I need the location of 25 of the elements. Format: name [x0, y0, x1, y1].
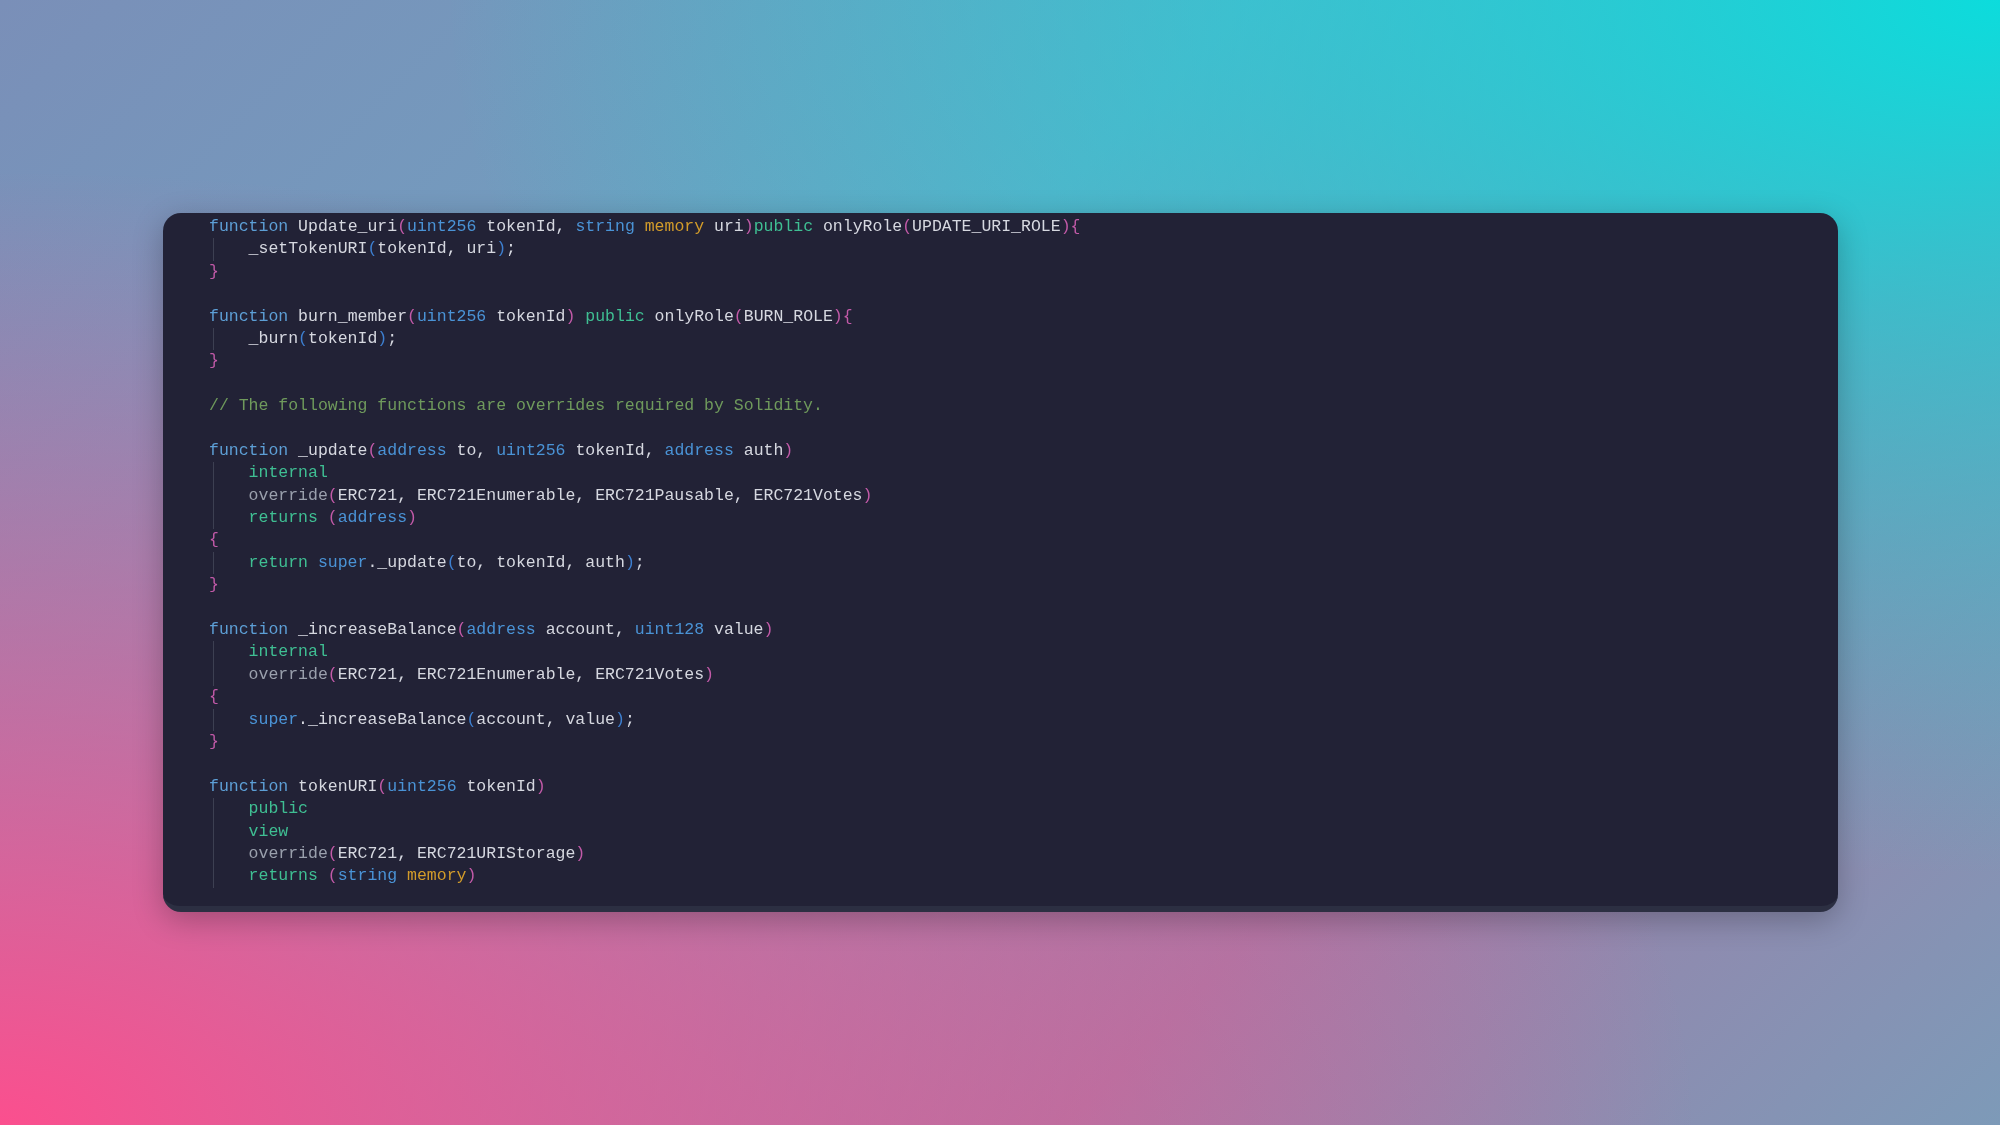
- code-line: super._increaseBalance(account, value);: [248, 708, 635, 731]
- code-line: return super._update(to, tokenId, auth);: [248, 551, 645, 574]
- code-line: }: [209, 731, 219, 753]
- code-line: }: [209, 260, 219, 283]
- code-line: internal: [248, 641, 328, 664]
- code-line: function Update_uri(uint256 tokenId, string memory uri)public onlyRole(UPDATE_URI_ROLE){: [209, 216, 1081, 238]
- code-line: }: [209, 574, 219, 597]
- code-line: _setTokenURI(tokenId, uri);: [248, 238, 516, 261]
- code-line: function burn_member(uint256 tokenId) public onlyRole(BURN_ROLE){: [209, 305, 853, 328]
- code-line: {: [209, 529, 219, 552]
- code-line: override(ERC721, ERC721Enumerable, ERC721Pausable, ERC721Votes): [248, 484, 873, 507]
- code-line: view: [248, 820, 289, 843]
- code-line: internal: [248, 462, 328, 485]
- code-line: function _update(address to, uint256 tokenId, address auth): [209, 439, 794, 462]
- code-line: {: [209, 686, 219, 709]
- code-line: public: [248, 798, 308, 821]
- code-line: }: [209, 350, 219, 373]
- code-line: returns (address): [248, 507, 417, 530]
- code-line: function _increaseBalance(address account, uint128 value): [209, 619, 774, 642]
- code-comment: // The following functions are overrides required by Solidity.: [209, 395, 823, 418]
- code-line: override(ERC721, ERC721Enumerable, ERC721Votes): [248, 663, 714, 686]
- code-line: function tokenURI(uint256 tokenId): [209, 775, 546, 798]
- code-line: _burn(tokenId);: [248, 327, 398, 350]
- code-line: returns (string memory): [248, 865, 477, 888]
- code-line: override(ERC721, ERC721URIStorage): [248, 842, 586, 865]
